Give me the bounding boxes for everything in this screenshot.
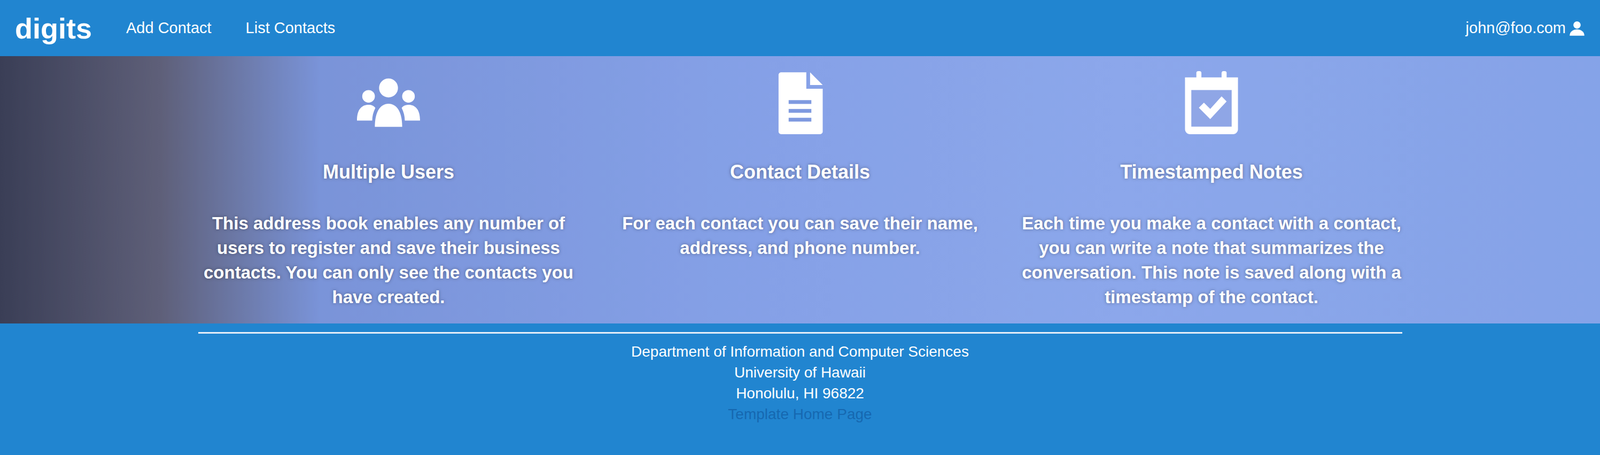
user-icon	[1569, 20, 1586, 37]
feature-title: Contact Details	[729, 160, 871, 185]
nav-link[interactable]: List Contacts	[245, 19, 336, 37]
footer: Department of Information and Computer S…	[0, 323, 1600, 425]
feature-title: Multiple Users	[322, 160, 455, 185]
feature-description: This address book enables any number of …	[182, 211, 595, 310]
user-email[interactable]: john@foo.com	[1465, 19, 1566, 37]
users-icon	[356, 71, 421, 135]
feature-title: Timestamped Notes	[1120, 160, 1303, 185]
footer-line: University of Hawaii	[734, 361, 866, 383]
user-menu[interactable]: john@foo.com	[1465, 19, 1586, 37]
template-home-link[interactable]: Template Home Page	[727, 403, 872, 425]
footer-line: Honolulu, HI 96822	[735, 382, 865, 404]
feature-column: Contact Details For each contact you can …	[594, 71, 1006, 324]
feature-description: For each contact you can save their name…	[594, 211, 1006, 261]
hero-image: Multiple Users This address book enables …	[0, 56, 1600, 324]
footer-divider	[198, 331, 1403, 334]
calendar-check-icon	[1179, 71, 1244, 135]
features-row: Multiple Users This address book enables …	[0, 56, 1600, 324]
footer-line: Department of Information and Computer S…	[631, 340, 969, 362]
nav-link[interactable]: Add Contact	[126, 19, 212, 37]
file-icon	[768, 71, 832, 135]
feature-description: Each time you make a contact with a cont…	[1005, 211, 1418, 310]
feature-column: Timestamped Notes Each time you make a co…	[1005, 71, 1418, 324]
brand-logo[interactable]: digits	[14, 11, 92, 45]
feature-column: Multiple Users This address book enables …	[182, 71, 595, 324]
navbar: digits Add Contact List Contacts john@foo.c…	[0, 0, 1600, 57]
